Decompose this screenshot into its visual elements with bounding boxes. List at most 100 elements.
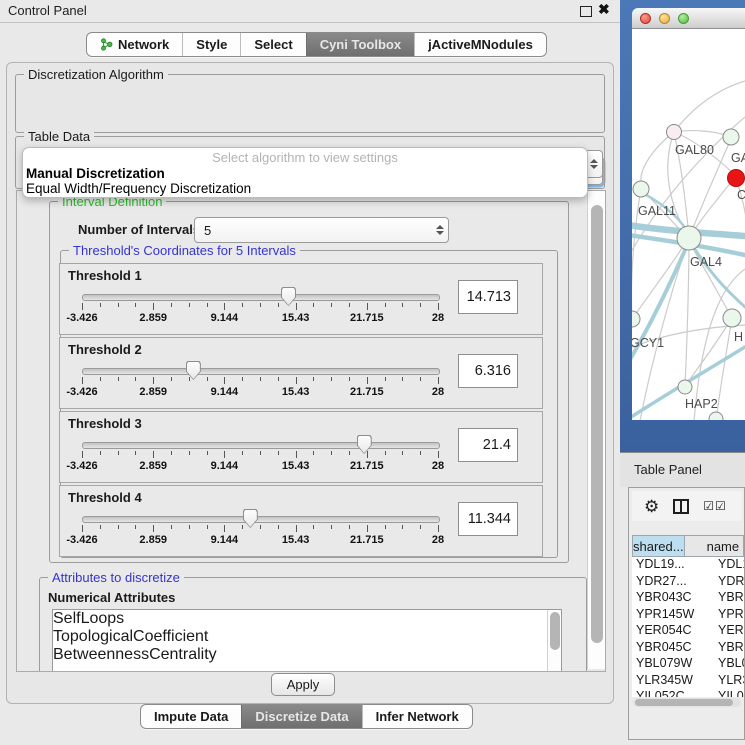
network-node-green[interactable] (678, 380, 692, 394)
tab-network[interactable]: Network (87, 33, 182, 56)
split-columns-icon[interactable] (673, 499, 689, 514)
network-edge[interactable] (674, 81, 745, 132)
table-hscrollbar-thumb[interactable] (635, 699, 733, 706)
numerical-attributes-list[interactable]: SelfLoopsTopologicalCoefficientBetweenne… (52, 609, 562, 672)
column-header-name[interactable]: name (685, 535, 744, 557)
network-edge[interactable] (685, 250, 689, 387)
slider-tick-labels: -3.4262.8599.14415.4321.71528 (82, 312, 438, 324)
settings-scroll-panel: Interval Definition Number of Intervals … (16, 190, 606, 672)
network-node-green[interactable] (723, 129, 739, 145)
cell-name: YBR045C (712, 640, 744, 657)
tab-discretize-data[interactable]: Discretize Data (241, 705, 361, 728)
tab-impute-data[interactable]: Impute Data (141, 705, 241, 728)
threshold-slider[interactable] (82, 516, 440, 523)
network-canvas[interactable]: GAL80GACGAL11GAL4GCY1HHAP2 (632, 29, 745, 420)
zoom-traffic-light-icon[interactable] (678, 13, 689, 24)
settings-scrollbar[interactable] (587, 191, 605, 669)
tab-label: Style (196, 37, 227, 52)
network-node-label: H (734, 330, 743, 344)
attributes-group-title: Attributes to discretize (48, 570, 184, 585)
table-row[interactable]: YBR045CYBR045C (632, 640, 744, 657)
cell-shared-name: YLR345W (632, 673, 712, 690)
network-edge[interactable] (716, 318, 732, 420)
minimize-traffic-light-icon[interactable] (659, 13, 670, 24)
tab-style[interactable]: Style (182, 33, 240, 56)
algorithm-groupbox: Discretization Algorithm (15, 74, 605, 133)
tab-infer-network[interactable]: Infer Network (362, 705, 472, 728)
network-node-pink[interactable] (667, 125, 682, 140)
network-node-label: HAP2 (685, 397, 718, 411)
list-scrollbar-thumb[interactable] (550, 612, 560, 650)
threshold-label: Threshold 1 (68, 268, 142, 283)
cell-name: YBR043C (712, 590, 744, 607)
table-row[interactable]: YLR345WYLR345W (632, 673, 744, 690)
close-traffic-light-icon[interactable] (640, 13, 651, 24)
close-icon[interactable]: ✖ (598, 1, 610, 18)
tab-label: Network (118, 37, 169, 52)
column-header-shared-[interactable]: shared... (632, 535, 685, 557)
tab-jactivemnodules[interactable]: jActiveMNodules (414, 33, 546, 56)
settings-scrollbar-thumb[interactable] (591, 205, 603, 643)
network-edge[interactable] (641, 132, 674, 181)
slider-ticks (82, 451, 438, 459)
attribute-item-topologicalcoefficient[interactable]: TopologicalCoefficient (53, 628, 561, 646)
list-scrollbar[interactable] (547, 610, 561, 672)
table-row[interactable]: YBL079WYBL079W (632, 656, 744, 673)
select-columns-checkboxes-icon[interactable]: ☑☑ (703, 499, 727, 513)
gear-icon[interactable]: ⚙ (644, 498, 659, 515)
tab-select[interactable]: Select (240, 33, 305, 56)
cell-name: YIL052C (712, 689, 744, 697)
network-node-green[interactable] (632, 311, 640, 327)
table-row[interactable]: YPR145WYPR145W (632, 607, 744, 624)
network-node-green[interactable] (723, 309, 741, 327)
network-node-red[interactable] (728, 170, 745, 187)
table-panel-title: Table Panel (634, 462, 702, 477)
network-node-green[interactable] (633, 181, 649, 197)
float-window-icon[interactable] (580, 6, 592, 17)
thresholds-groupbox: Threshold's Coordinates for 5 Intervals … (60, 250, 558, 558)
dropdown-option-equal-width-frequency-discretization[interactable]: Equal Width/Frequency Discretization (23, 181, 587, 196)
cell-shared-name: YIL052C (632, 689, 712, 697)
tab-label: Infer Network (376, 709, 459, 724)
threshold-slider[interactable] (82, 294, 440, 301)
control-panel-tabs: Network Style SelectCyni Toolbox jActiveMNo… (86, 32, 547, 57)
network-node-label: GAL11 (638, 204, 676, 218)
threshold-value-field[interactable]: 14.713 (458, 280, 518, 314)
algorithm-group-title: Discretization Algorithm (24, 67, 168, 82)
network-icon (100, 38, 113, 51)
threshold-slider[interactable] (82, 368, 440, 375)
cell-shared-name: YPR145W (632, 607, 712, 624)
slider-tick-labels: -3.4262.8599.14415.4321.71528 (82, 386, 438, 398)
apply-button[interactable]: Apply (271, 673, 335, 696)
cell-shared-name: YER054C (632, 623, 712, 640)
threshold-value-field[interactable]: 21.4 (458, 428, 518, 462)
network-node-label: GAL80 (675, 143, 714, 157)
network-window-titlebar (632, 8, 745, 29)
attribute-item-betweennesscentrality[interactable]: BetweennessCentrality (53, 646, 561, 664)
threshold-value-field[interactable]: 11.344 (458, 502, 518, 536)
dropdown-option-manual-discretization[interactable]: Manual Discretization (23, 166, 587, 181)
number-of-intervals-combobox[interactable]: 5 (194, 217, 449, 243)
table-row[interactable]: YBR043CYBR043C (632, 590, 744, 607)
attribute-item-selfloops[interactable]: SelfLoops (53, 610, 561, 628)
cell-shared-name: YBR043C (632, 590, 712, 607)
network-node-green[interactable] (677, 226, 701, 250)
attributes-groupbox: Attributes to discretize Numerical Attri… (39, 577, 587, 672)
table-row[interactable]: YER054CYER054C (632, 623, 744, 640)
table-row[interactable]: YDR27...YDR27... (632, 574, 744, 591)
panel-title: Control Panel (8, 3, 87, 18)
app-root: Control Panel ✖ Network Style SelectCyni T… (0, 0, 745, 745)
table-row[interactable]: YDL19...YDL19... (632, 557, 744, 574)
threshold-value-field[interactable]: 6.316 (458, 354, 518, 388)
network-node-green[interactable] (709, 412, 723, 420)
table-panel-titlebar: Table Panel (620, 452, 745, 487)
tab-label: Discretize Data (255, 709, 348, 724)
table-row[interactable]: YIL052CYIL052C (632, 689, 744, 697)
threshold-slider[interactable] (82, 442, 440, 449)
tab-label: jActiveMNodules (428, 37, 533, 52)
table-hscrollbar[interactable] (633, 698, 741, 707)
cell-name: YDR27... (712, 574, 744, 591)
control-panel: Control Panel ✖ Network Style SelectCyni T… (0, 0, 620, 745)
tab-cyni-toolbox[interactable]: Cyni Toolbox (306, 33, 414, 56)
cell-shared-name: YDL19... (632, 557, 712, 574)
